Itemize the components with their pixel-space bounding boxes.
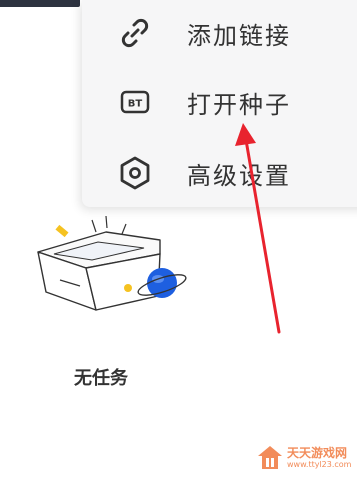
menu-item-label: 高级设置 [187,161,291,190]
watermark-logo-icon [258,446,282,469]
bt-icon: BT [116,83,154,121]
menu-item-open-torrent[interactable]: BT 打开种子 [82,67,357,137]
menu-item-label: 添加链接 [187,21,291,50]
empty-box-illustration [37,215,187,311]
watermark-url: www.ttyl23.com [287,460,352,469]
watermark: 天天游戏网 www.ttyl23.com [255,443,355,473]
menu-item-advanced-settings[interactable]: 高级设置 [82,138,357,208]
link-icon [116,14,154,52]
top-dark-bar [0,0,80,7]
bt-badge-text: BT [128,99,143,110]
watermark-title: 天天游戏网 [287,446,348,460]
menu-item-label: 打开种子 [187,90,291,119]
popup-menu: 添加链接 BT 打开种子 高级设置 [82,0,357,207]
hexagon-settings-icon [116,154,154,192]
menu-item-add-link[interactable]: 添加链接 [82,0,357,68]
empty-state-text: 无任务 [74,368,128,389]
